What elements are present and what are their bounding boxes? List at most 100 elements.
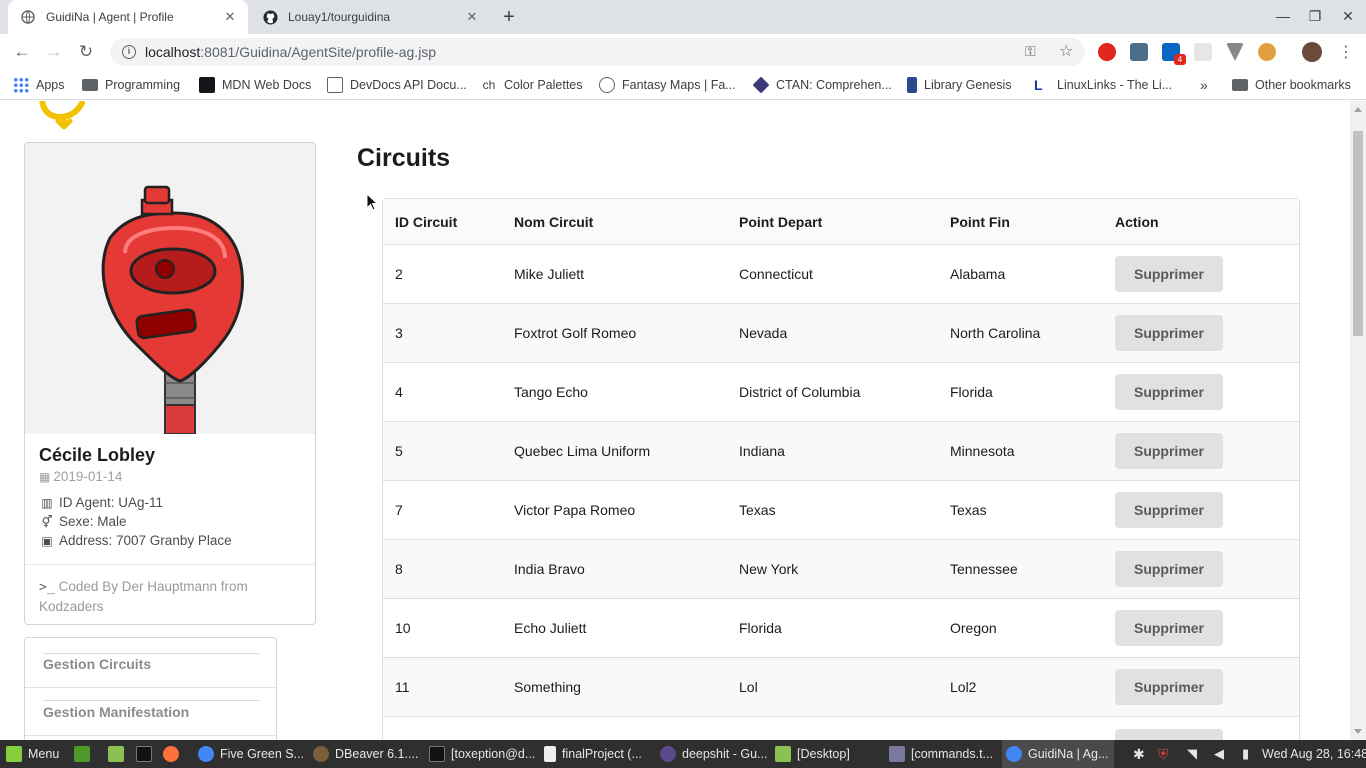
table-row: 2 Mike Juliett Connecticut Alabama Suppr… bbox=[383, 245, 1299, 304]
tab-title: Louay1/tourguidina bbox=[288, 10, 391, 24]
adblock-extension-icon[interactable] bbox=[1098, 43, 1116, 61]
shield-icon[interactable]: ⛨ bbox=[1158, 740, 1169, 768]
launcher-icon[interactable] bbox=[74, 740, 96, 768]
taskbar-window[interactable]: [Desktop] bbox=[775, 740, 850, 768]
bluetooth-icon[interactable]: ✱ bbox=[1133, 740, 1145, 768]
supprimer-button[interactable]: Supprimer bbox=[1115, 374, 1223, 410]
clock[interactable]: Wed Aug 28, 16:48 bbox=[1262, 740, 1366, 768]
bookmark-linuxlinks[interactable]: L LinuxLinks - The Li... bbox=[1034, 76, 1172, 94]
taskbar-window[interactable]: DBeaver 6.1.... bbox=[313, 740, 418, 768]
column-header[interactable]: Point Fin bbox=[950, 199, 1010, 244]
supprimer-button[interactable]: Supprimer bbox=[1115, 315, 1223, 351]
folder-launcher-icon[interactable] bbox=[108, 740, 130, 768]
close-tab-icon[interactable]: ✕ bbox=[464, 9, 480, 25]
extension-icon[interactable] bbox=[1130, 43, 1148, 61]
new-tab-button[interactable]: + bbox=[499, 7, 519, 27]
bookmarks-bar: Apps Programming MDN Web Docs DevDocs AP… bbox=[0, 70, 1366, 100]
supprimer-button[interactable]: Supprimer bbox=[1115, 433, 1223, 469]
cell-nom: Something bbox=[514, 679, 581, 695]
supprimer-button[interactable]: Supprimer bbox=[1115, 551, 1223, 587]
supprimer-button[interactable]: Supprimer bbox=[1115, 492, 1223, 528]
bookmark-ctan[interactable]: CTAN: Comprehen... bbox=[752, 76, 892, 94]
devdocs-icon bbox=[327, 77, 343, 93]
extension-icon[interactable] bbox=[1194, 43, 1212, 61]
start-menu-button[interactable]: Menu bbox=[6, 740, 59, 768]
volume-icon[interactable]: ◀ bbox=[1214, 740, 1224, 768]
site-logo[interactable] bbox=[38, 101, 94, 140]
key-icon[interactable]: ⚿ bbox=[1025, 43, 1036, 60]
close-tab-icon[interactable]: ✕ bbox=[222, 9, 238, 25]
tab-github[interactable]: Louay1/tourguidina ✕ bbox=[250, 0, 490, 34]
info-icon[interactable]: i bbox=[122, 45, 136, 59]
close-window-icon[interactable]: ✕ bbox=[1338, 8, 1358, 25]
cell-fin: Florida bbox=[950, 384, 993, 400]
profile-avatar[interactable] bbox=[1302, 42, 1322, 62]
scrollbar-thumb[interactable] bbox=[1353, 131, 1363, 336]
bookmark-other[interactable]: Other bookmarks bbox=[1232, 76, 1351, 94]
supprimer-button-partial[interactable] bbox=[1115, 729, 1223, 740]
bookmark-label: MDN Web Docs bbox=[222, 78, 312, 92]
taskbar-window[interactable]: deepshit - Gu... bbox=[660, 740, 767, 768]
bookmark-devdocs[interactable]: DevDocs API Docu... bbox=[327, 76, 467, 94]
scroll-down-icon[interactable] bbox=[1354, 729, 1362, 734]
bookmark-fantasy-maps[interactable]: Fantasy Maps | Fa... bbox=[599, 76, 736, 94]
restore-icon[interactable]: ❐ bbox=[1305, 8, 1325, 25]
column-header[interactable]: Point Depart bbox=[739, 199, 822, 244]
libgen-icon bbox=[907, 77, 917, 93]
chrome-menu-icon[interactable]: ⋮ bbox=[1338, 42, 1354, 62]
date-value: 2019-01-14 bbox=[53, 469, 123, 484]
minimize-icon[interactable]: — bbox=[1273, 8, 1293, 24]
cell-depart: Connecticut bbox=[739, 266, 813, 282]
taskbar-window[interactable]: finalProject (... bbox=[544, 740, 642, 768]
back-arrow-icon[interactable]: ← bbox=[11, 41, 33, 63]
tab-guidina-profile[interactable]: GuidiNa | Agent | Profile ✕ bbox=[8, 0, 248, 34]
gender-icon: ⚥ bbox=[41, 514, 53, 529]
menu-item-gestion-circuits[interactable]: Gestion Circuits bbox=[43, 656, 259, 672]
bookmarks-overflow[interactable]: » bbox=[1200, 76, 1208, 94]
menu-label: Menu bbox=[28, 747, 60, 761]
cookie-extension-icon[interactable] bbox=[1258, 43, 1276, 61]
agent-address-value: Address: 7007 Granby Place bbox=[59, 533, 232, 548]
folder-icon bbox=[1232, 79, 1248, 91]
menu-divider bbox=[43, 653, 259, 654]
taskbar-window-active[interactable]: GuidiNa | Ag... bbox=[1002, 740, 1115, 768]
bookmark-programming[interactable]: Programming bbox=[82, 76, 180, 94]
scroll-up-icon[interactable] bbox=[1354, 107, 1362, 112]
window-label: Five Green S... bbox=[220, 747, 305, 761]
supprimer-button[interactable]: Supprimer bbox=[1115, 256, 1223, 292]
supprimer-button[interactable]: Supprimer bbox=[1115, 610, 1223, 646]
menu-item-gestion-manifestation[interactable]: Gestion Manifestation bbox=[43, 704, 259, 720]
column-header[interactable]: ID Circuit bbox=[395, 199, 457, 244]
agent-id-value: ID Agent: UAg-11 bbox=[59, 495, 164, 510]
cell-nom: Tango Echo bbox=[514, 384, 588, 400]
address-book-icon: ▣ bbox=[41, 533, 53, 548]
firefox-launcher-icon[interactable] bbox=[163, 740, 185, 768]
forward-arrow-icon[interactable]: → bbox=[43, 41, 65, 63]
bookmark-mdn[interactable]: MDN Web Docs bbox=[199, 76, 311, 94]
taskbar: Menu Five Green S... DBeaver 6.1.... [to… bbox=[0, 740, 1366, 768]
terminal-icon bbox=[429, 746, 445, 762]
supprimer-button[interactable]: Supprimer bbox=[1115, 669, 1223, 705]
document-icon bbox=[544, 746, 556, 762]
card-footer: >_ Coded By Der Hauptmann from Kodzaders bbox=[25, 564, 315, 628]
page-scrollbar[interactable] bbox=[1350, 101, 1366, 740]
bookmark-library-genesis[interactable]: Library Genesis bbox=[907, 76, 1012, 94]
window-label: GuidiNa | Ag... bbox=[1028, 747, 1109, 761]
table-row: 5 Quebec Lima Uniform Indiana Minnesota … bbox=[383, 422, 1299, 481]
bookmark-color-palettes[interactable]: ch Color Palettes bbox=[481, 76, 583, 94]
terminal-launcher-icon[interactable] bbox=[136, 740, 158, 768]
taskbar-window[interactable]: [toxeption@d... bbox=[429, 740, 535, 768]
battery-icon[interactable]: ▮ bbox=[1242, 740, 1249, 768]
address-bar[interactable]: i localhost:8081/Guidina/AgentSite/profi… bbox=[110, 38, 1085, 66]
taskbar-window[interactable]: [commands.t... bbox=[889, 740, 993, 768]
taskbar-window[interactable]: Five Green S... bbox=[198, 740, 304, 768]
cell-id: 11 bbox=[395, 679, 410, 695]
cell-nom: Mike Juliett bbox=[514, 266, 585, 282]
cell-nom: Echo Juliett bbox=[514, 620, 587, 636]
reload-icon[interactable]: ↻ bbox=[75, 41, 97, 63]
star-icon[interactable]: ☆ bbox=[1059, 41, 1073, 61]
bookmark-apps[interactable]: Apps bbox=[13, 76, 65, 94]
cell-fin: North Carolina bbox=[950, 325, 1041, 341]
column-header[interactable]: Nom Circuit bbox=[514, 199, 593, 244]
wifi-icon[interactable]: ◥ bbox=[1187, 740, 1197, 768]
